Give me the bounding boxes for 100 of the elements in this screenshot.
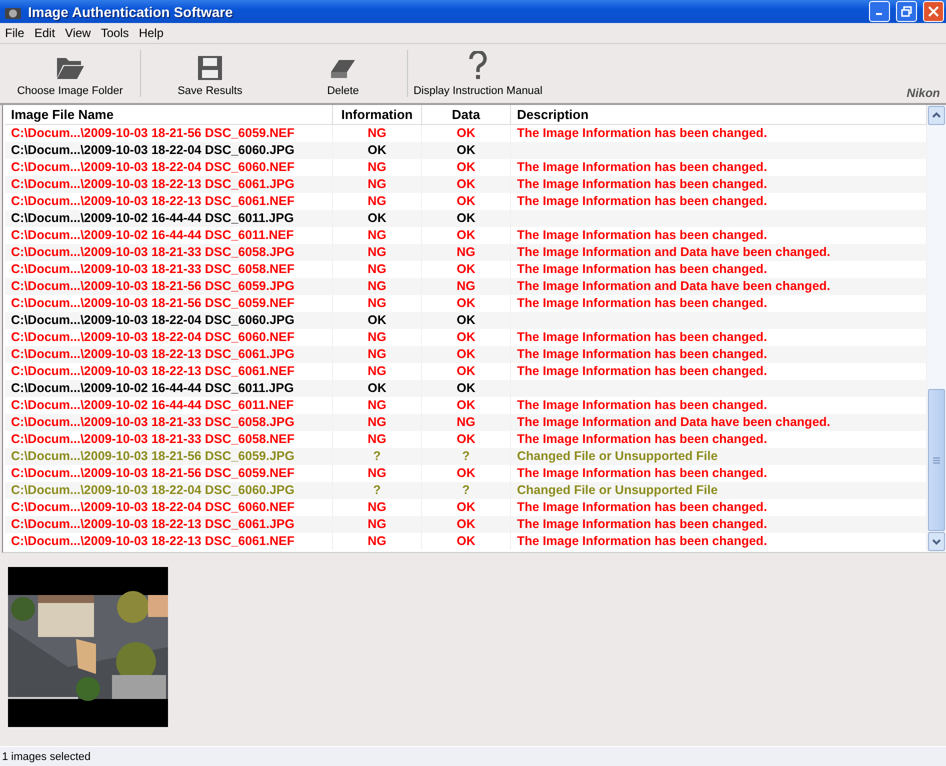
close-button[interactable]	[923, 1, 944, 22]
table-cell: C:\Docum...\2009-10-02 16-44-44 DSC_6011.JPG	[5, 210, 333, 227]
table-cell: The Image Information has been changed.	[511, 532, 927, 550]
table-cell: OK	[333, 142, 422, 159]
table-cell: NG	[333, 532, 422, 550]
table-cell: OK	[422, 260, 511, 278]
table-cell: NG	[422, 278, 511, 295]
scrollbar[interactable]	[927, 104, 946, 552]
table-cell: The Image Information has been changed.	[511, 430, 927, 448]
toolbar-button[interactable]: Save Results	[141, 44, 279, 103]
table-cell: C:\Docum...\2009-10-02 16-44-44 DSC_6011.NEF	[5, 396, 333, 414]
table-cell: NG	[422, 414, 511, 431]
table-cell: OK	[422, 158, 511, 176]
table-cell: ?	[333, 482, 422, 499]
menu-item[interactable]: View	[60, 26, 96, 40]
table-cell: NG	[333, 362, 422, 380]
menu-item[interactable]: Help	[134, 26, 169, 40]
table-cell: C:\Docum...\2009-10-03 18-22-13 DSC_6061.NEF	[5, 362, 333, 380]
table-cell: NG	[333, 516, 422, 533]
table-cell: C:\Docum...\2009-10-03 18-21-56 DSC_6059.JPG	[5, 278, 333, 295]
table-cell: C:\Docum...\2009-10-03 18-22-04 DSC_6060.NEF	[5, 328, 333, 346]
table-cell: C:\Docum...\2009-10-03 18-22-13 DSC_6061.NEF	[5, 532, 333, 550]
table-cell: The Image Information has been changed.	[511, 124, 927, 142]
table-cell: NG	[333, 294, 422, 312]
table-cell: OK	[422, 312, 511, 329]
table-cell: The Image Information has been changed.	[511, 362, 927, 380]
scroll-up-button[interactable]	[928, 106, 945, 125]
toolbar-button[interactable]: Delete	[279, 44, 407, 103]
table-cell: C:\Docum...\2009-10-03 18-22-04 DSC_6060.JPG	[5, 482, 333, 499]
table-cell: The Image Information has been changed.	[511, 294, 927, 312]
table-cell: The Image Information and Data have been changed.	[511, 244, 927, 261]
status-text: 1 images selected	[2, 750, 91, 763]
minimize-button[interactable]	[869, 1, 890, 22]
maximize-button[interactable]	[896, 1, 917, 22]
table-cell: NG	[333, 498, 422, 516]
table-cell: OK	[422, 362, 511, 380]
toolbar-button[interactable]: Display Instruction Manual	[408, 44, 548, 103]
table-cell: OK	[333, 312, 422, 329]
table-cell: OK	[422, 142, 511, 159]
table-cell: OK	[333, 380, 422, 397]
table-cell: OK	[422, 430, 511, 448]
table-cell: C:\Docum...\2009-10-03 18-22-13 DSC_6061.JPG	[5, 176, 333, 193]
table-cell: NG	[333, 430, 422, 448]
table-cell: C:\Docum...\2009-10-03 18-22-13 DSC_6061.JPG	[5, 346, 333, 363]
table-cell: NG	[333, 176, 422, 193]
table-cell: C:\Docum...\2009-10-03 18-22-13 DSC_6061.JPG	[5, 516, 333, 533]
scroll-down-button[interactable]	[928, 532, 945, 552]
restore-icon	[901, 6, 912, 18]
table-cell: ?	[422, 448, 511, 465]
table-cell: C:\Docum...\2009-10-03 18-22-04 DSC_6060.JPG	[5, 142, 333, 159]
table-cell: The Image Information has been changed.	[511, 192, 927, 210]
table-cell: C:\Docum...\2009-10-03 18-21-56 DSC_6059.NEF	[5, 294, 333, 312]
table-cell: ?	[333, 448, 422, 465]
table-cell: C:\Docum...\2009-10-03 18-22-04 DSC_6060.JPG	[5, 312, 333, 329]
table-cell: OK	[422, 516, 511, 533]
toolbar-button[interactable]: Choose Image Folder	[0, 44, 140, 103]
table-cell: The Image Information has been changed.	[511, 464, 927, 482]
table-cell: OK	[422, 532, 511, 550]
table-cell: OK	[333, 210, 422, 227]
table-cell: Changed File or Unsupported File	[511, 482, 927, 499]
table-cell: NG	[333, 414, 422, 431]
menu-item[interactable]: File	[0, 26, 30, 40]
table-cell: The Image Information has been changed.	[511, 328, 927, 346]
table-cell: C:\Docum...\2009-10-03 18-21-33 DSC_6058.JPG	[5, 414, 333, 431]
table-cell: NG	[333, 328, 422, 346]
table-cell: C:\Docum...\2009-10-03 18-21-56 DSC_6059.NEF	[5, 464, 333, 482]
table-cell: OK	[422, 226, 511, 244]
table-cell: C:\Docum...\2009-10-03 18-21-33 DSC_6058.JPG	[5, 244, 333, 261]
table-cell: Changed File or Unsupported File	[511, 448, 927, 465]
table-cell: C:\Docum...\2009-10-03 18-21-33 DSC_6058.NEF	[5, 260, 333, 278]
table-cell: NG	[333, 346, 422, 363]
table-cell: OK	[422, 328, 511, 346]
table-cell: OK	[422, 464, 511, 482]
table-cell: OK	[422, 294, 511, 312]
table-cell: OK	[422, 380, 511, 397]
table-cell: The Image Information has been changed.	[511, 516, 927, 533]
table-cell: NG	[333, 464, 422, 482]
table-cell: C:\Docum...\2009-10-03 18-22-13 DSC_6061.NEF	[5, 192, 333, 210]
table-cell: ?	[422, 482, 511, 499]
table-cell: C:\Docum...\2009-10-03 18-21-33 DSC_6058.NEF	[5, 430, 333, 448]
table-cell: OK	[422, 210, 511, 227]
table-cell: The Image Information has been changed.	[511, 498, 927, 516]
table-cell: The Image Information has been changed.	[511, 260, 927, 278]
table-cell: The Image Information has been changed.	[511, 158, 927, 176]
table-cell: NG	[333, 192, 422, 210]
table-cell: NG	[333, 260, 422, 278]
table-cell: The Image Information has been changed.	[511, 346, 927, 363]
table-cell: NG	[333, 244, 422, 261]
table-cell: NG	[333, 396, 422, 414]
table-cell: C:\Docum...\2009-10-03 18-22-04 DSC_6060.NEF	[5, 158, 333, 176]
menu-item[interactable]: Edit	[29, 26, 60, 40]
scroll-thumb[interactable]	[928, 389, 945, 532]
table-cell: The Image Information and Data have been changed.	[511, 278, 927, 295]
table-cell: C:\Docum...\2009-10-03 18-21-56 DSC_6059.NEF	[5, 124, 333, 142]
menu-item[interactable]: Tools	[96, 26, 134, 40]
table-cell: OK	[422, 498, 511, 516]
table-cell: The Image Information has been changed.	[511, 396, 927, 414]
table-cell: NG	[333, 158, 422, 176]
table-cell: NG	[333, 226, 422, 244]
window-title: Image Authentication Software	[28, 4, 234, 20]
